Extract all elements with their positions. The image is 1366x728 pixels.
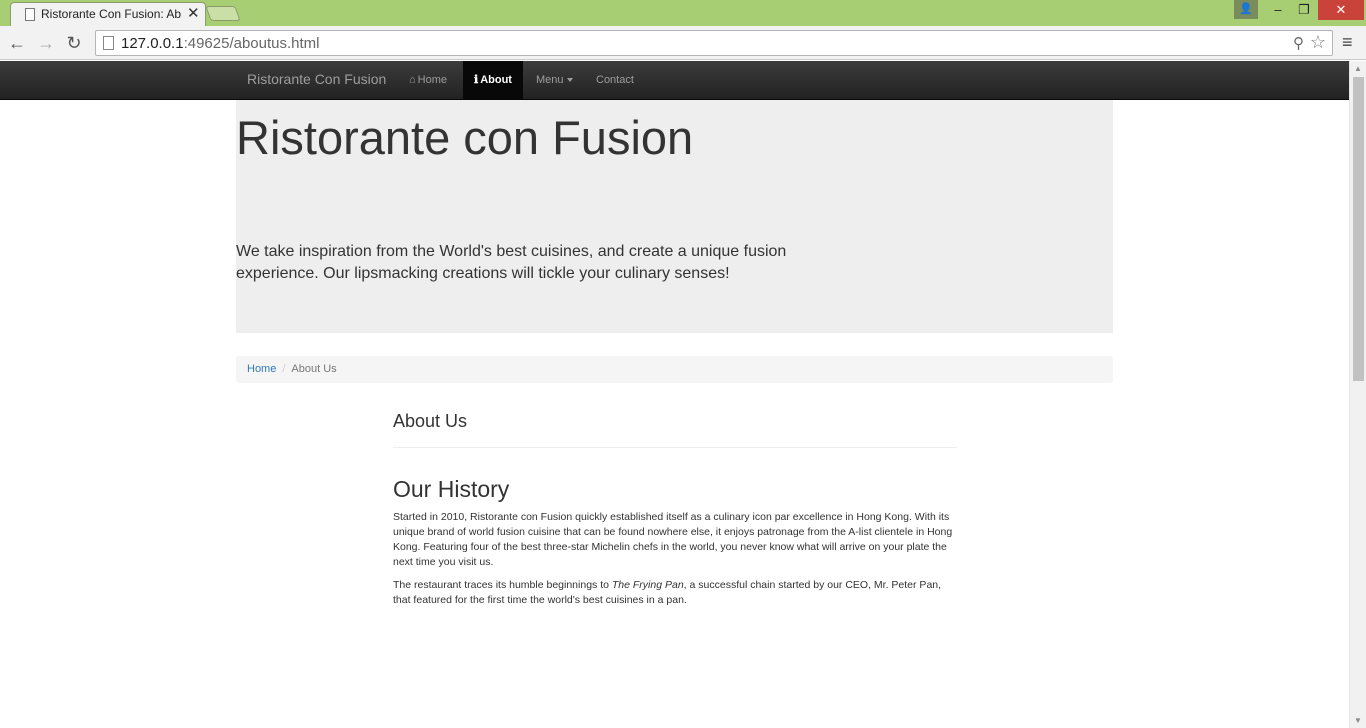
browser-tab[interactable]: Ristorante Con Fusion: About Us ✕ xyxy=(10,2,206,26)
nav-home[interactable]: ⌂ Home xyxy=(398,61,458,100)
jumbotron-tagline: We take inspiration from the World's bes… xyxy=(236,243,787,282)
search-icon[interactable]: ⚲ xyxy=(1293,34,1304,52)
jumbotron: Ristorante con Fusion We take inspiratio… xyxy=(236,100,1113,333)
browser-titlebar: Ristorante Con Fusion: About Us ✕ 👤 ‒ ❐ … xyxy=(0,0,1366,26)
url-text[interactable]: 127.0.0.1:49625/aboutus.html xyxy=(121,35,320,52)
dropdown-caret-icon xyxy=(566,78,573,83)
close-tab-icon[interactable]: ✕ xyxy=(187,4,200,22)
restore-icon[interactable]: ❐ xyxy=(1291,0,1317,20)
page-viewport: Ristorante Con Fusion ⌂ Home ℹ About Menu … xyxy=(0,61,1349,728)
history-paragraph-2: The restaurant traces its humble beginni… xyxy=(393,579,942,606)
nav-menu-dropdown[interactable]: Menu xyxy=(525,61,584,100)
frying-pan-text: The Frying Pan xyxy=(611,579,684,591)
navbar-brand[interactable]: Ristorante Con Fusion xyxy=(247,71,386,87)
nav-contact-label: Contact xyxy=(596,74,634,86)
close-window-icon[interactable]: ✕ xyxy=(1318,0,1364,20)
jumbotron-title: Ristorante con Fusion xyxy=(236,111,694,164)
site-navbar: Ristorante Con Fusion ⌂ Home ℹ About Menu … xyxy=(0,61,1349,100)
tab-title: Ristorante Con Fusion: About Us xyxy=(41,7,181,21)
minimize-icon[interactable]: ‒ xyxy=(1265,0,1291,20)
breadcrumb-separator: / xyxy=(282,363,286,375)
home-icon: ⌂ xyxy=(409,74,416,86)
document-icon xyxy=(25,8,35,21)
browser-menu-icon[interactable]: ≡ xyxy=(1342,32,1353,53)
our-history-heading: Our History xyxy=(393,476,510,502)
info-icon: ℹ xyxy=(474,74,479,86)
scrollbar-thumb[interactable] xyxy=(1353,77,1364,381)
divider xyxy=(393,447,957,448)
scroll-down-arrow-icon[interactable]: ▼ xyxy=(1354,716,1362,725)
breadcrumb: Home / About Us xyxy=(236,356,1113,383)
forward-icon[interactable]: → xyxy=(35,32,57,54)
about-us-heading: About Us xyxy=(393,411,468,431)
bookmark-star-icon[interactable]: ☆ xyxy=(1310,32,1326,53)
back-icon[interactable]: ← xyxy=(6,32,28,54)
nav-home-label: Home xyxy=(417,74,447,86)
user-icon[interactable]: 👤 xyxy=(1234,0,1258,19)
nav-about[interactable]: ℹ About xyxy=(463,61,523,100)
nav-about-label: About xyxy=(480,74,512,86)
nav-menu-label: Menu xyxy=(536,74,564,86)
history-paragraph-1: Started in 2010, Ristorante con Fusion q… xyxy=(393,511,953,568)
page-icon xyxy=(103,36,114,50)
address-bar[interactable]: 127.0.0.1:49625/aboutus.html ⚲ ☆ xyxy=(95,30,1333,56)
page-scrollbar[interactable]: ▲ ▼ xyxy=(1349,61,1366,728)
reload-icon[interactable]: ↻ xyxy=(63,32,85,54)
breadcrumb-current: About Us xyxy=(291,363,337,375)
breadcrumb-home-link[interactable]: Home xyxy=(247,363,276,375)
scroll-up-arrow-icon[interactable]: ▲ xyxy=(1354,64,1362,73)
new-tab-button[interactable] xyxy=(205,6,241,21)
nav-contact[interactable]: Contact xyxy=(585,61,645,100)
browser-toolbar: ← → ↻ 127.0.0.1:49625/aboutus.html ⚲ ☆ ≡ xyxy=(0,26,1366,60)
